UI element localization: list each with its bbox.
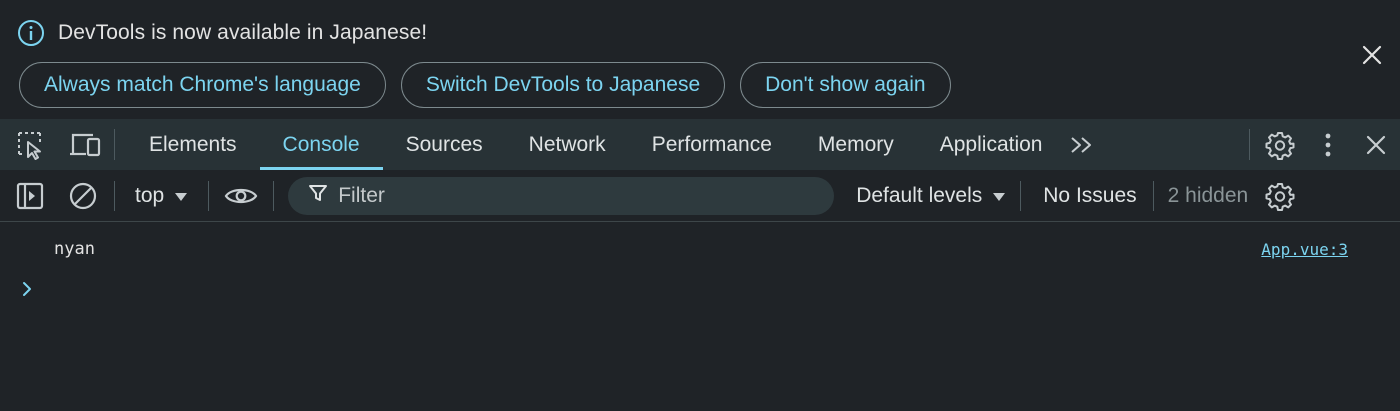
dont-show-again-button[interactable]: Don't show again	[740, 62, 951, 108]
tab-application[interactable]: Application	[917, 119, 1057, 170]
context-label: top	[135, 183, 165, 207]
tabbar-right-actions	[1243, 119, 1400, 170]
log-levels-dropdown[interactable]: Default levels	[856, 184, 1006, 208]
chevron-right-icon[interactable]	[20, 277, 40, 301]
match-chrome-language-button[interactable]: Always match Chrome's language	[19, 62, 386, 108]
clear-console-icon[interactable]	[60, 170, 106, 222]
filter-icon	[308, 183, 328, 208]
chevron-down-icon	[992, 184, 1006, 208]
log-levels-label: Default levels	[856, 183, 983, 207]
sidebar-toggle-icon[interactable]	[0, 170, 60, 222]
device-toolbar-icon[interactable]	[62, 119, 108, 170]
more-tabs-icon[interactable]	[1056, 119, 1108, 170]
console-message: nyan App.vue:3	[0, 235, 1400, 263]
close-icon[interactable]	[1358, 41, 1386, 69]
toolbar-divider	[1020, 180, 1022, 211]
toolbar-divider	[114, 180, 115, 211]
chevron-down-icon	[174, 184, 188, 208]
console-output[interactable]: nyan App.vue:3	[0, 223, 1400, 411]
tab-network[interactable]: Network	[506, 119, 629, 170]
console-settings-icon[interactable]	[1258, 170, 1302, 222]
infobar-buttons: Always match Chrome's language Switch De…	[19, 62, 951, 108]
context-selector[interactable]: top	[123, 170, 200, 222]
console-toolbar: top Default levels No Issues 2 hidden	[0, 170, 1400, 222]
tab-performance[interactable]: Performance	[629, 119, 795, 170]
console-message-source-link[interactable]: App.vue:3	[1261, 240, 1348, 259]
tab-elements[interactable]: Elements	[121, 119, 260, 170]
hidden-messages-count: 2 hidden	[1167, 183, 1249, 207]
info-icon	[16, 18, 46, 48]
kebab-menu-icon[interactable]	[1304, 119, 1352, 170]
close-icon[interactable]	[1352, 119, 1400, 170]
language-infobar: DevTools is now available in Japanese! A…	[0, 0, 1400, 119]
toolbar-divider	[114, 129, 115, 160]
devtools-tabbar: Elements Console Sources Network Perform…	[0, 119, 1400, 170]
toolbar-divider	[1249, 129, 1250, 160]
tab-console[interactable]: Console	[259, 119, 383, 170]
tab-sources[interactable]: Sources	[383, 119, 506, 170]
settings-icon[interactable]	[1256, 119, 1304, 170]
infobar-message-line: DevTools is now available in Japanese!	[16, 18, 427, 48]
filter-field[interactable]	[288, 176, 835, 215]
switch-to-japanese-button[interactable]: Switch DevTools to Japanese	[400, 62, 726, 108]
console-message-text: nyan	[54, 239, 95, 259]
inspect-element-icon[interactable]	[0, 119, 62, 170]
issues-counter[interactable]: No Issues	[1029, 184, 1148, 208]
toolbar-divider	[1152, 180, 1154, 211]
tab-memory[interactable]: Memory	[795, 119, 917, 170]
infobar-message: DevTools is now available in Japanese!	[58, 21, 428, 44]
toolbar-divider	[273, 180, 275, 211]
live-expression-eye-icon[interactable]	[217, 170, 265, 222]
toolbar-divider	[208, 180, 210, 211]
filter-input[interactable]	[338, 183, 799, 208]
